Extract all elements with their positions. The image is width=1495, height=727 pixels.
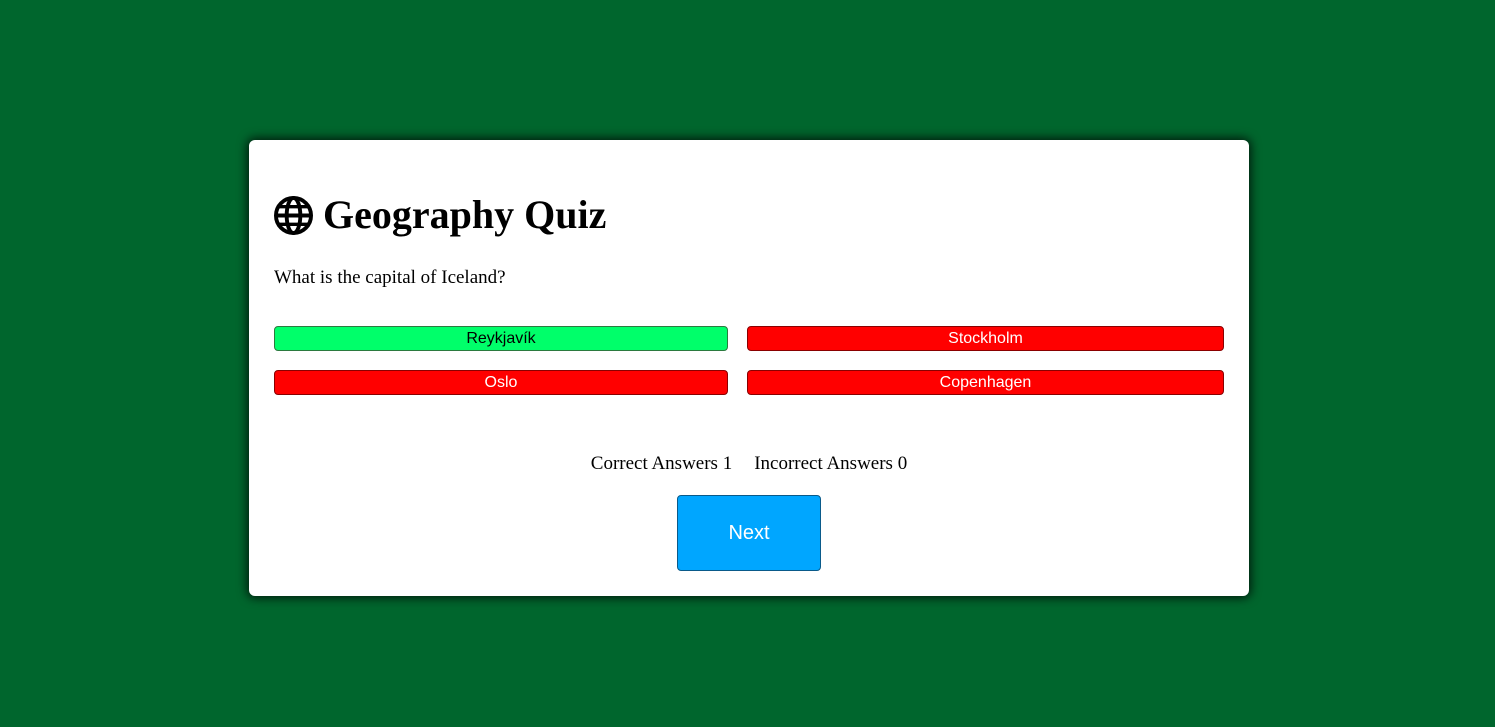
answer-grid: Reykjavík Stockholm Oslo Copenhagen [274, 326, 1224, 396]
score-summary: Correct Answers 1 Incorrect Answers 0 [249, 452, 1249, 476]
quiz-card: Geography Quiz What is the capital of Ic… [249, 140, 1249, 596]
question-text: What is the capital of Iceland? [274, 267, 506, 288]
answer-button-reykjavik[interactable]: Reykjavík [274, 326, 728, 351]
quiz-header: Geography Quiz [274, 192, 606, 238]
incorrect-answers-count: 0 [897, 453, 908, 474]
next-button[interactable]: Next [677, 495, 821, 571]
globe-icon [274, 195, 313, 235]
answer-button-stockholm[interactable]: Stockholm [747, 326, 1224, 351]
incorrect-answers-label: Incorrect Answers [754, 453, 893, 474]
correct-answers-label: Correct Answers [590, 453, 718, 474]
answer-button-oslo[interactable]: Oslo [274, 370, 728, 395]
answer-button-copenhagen[interactable]: Copenhagen [747, 370, 1224, 395]
quiz-title: Geography Quiz [323, 192, 607, 237]
correct-answers-count: 1 [722, 453, 733, 474]
